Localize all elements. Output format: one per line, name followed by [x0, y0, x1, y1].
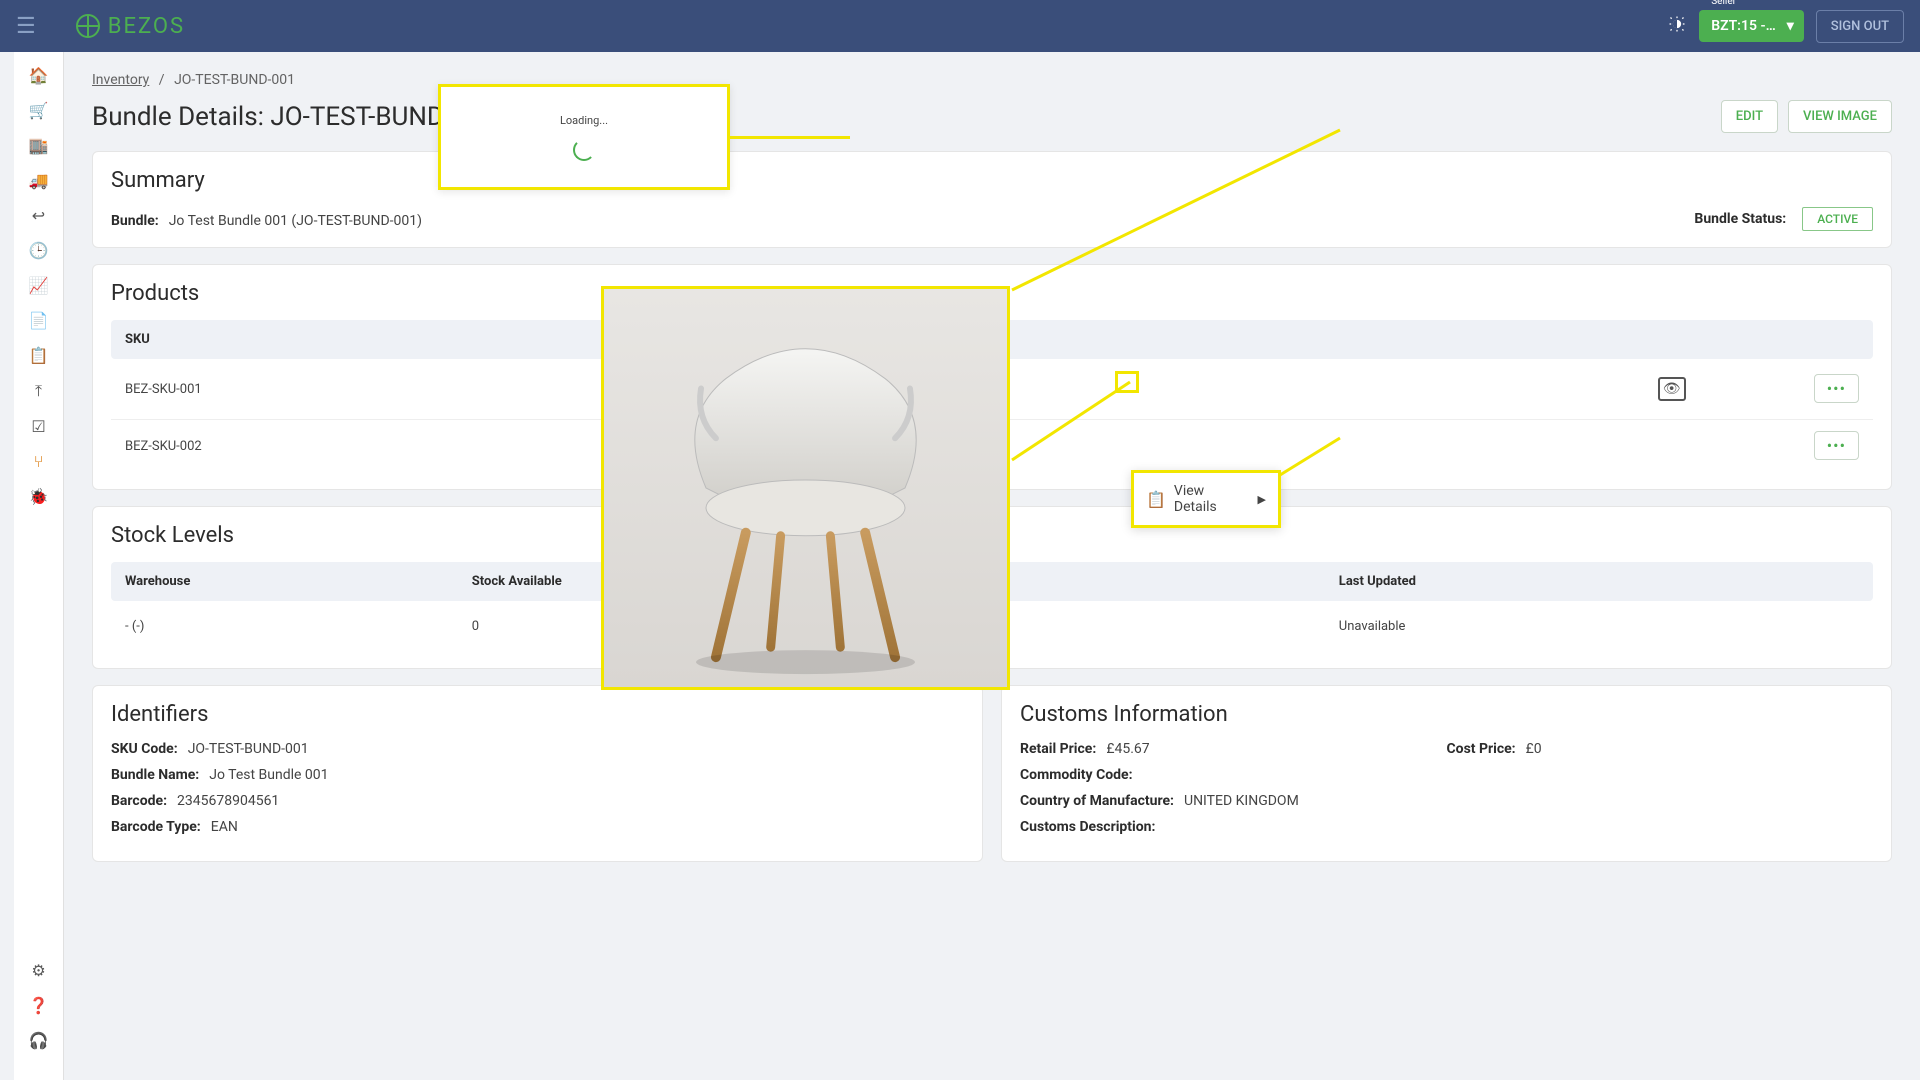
identifiers-heading: Identifiers — [111, 702, 964, 727]
view-image-button[interactable]: VIEW IMAGE — [1788, 100, 1892, 133]
country-label: Country of Manufacture: — [1020, 793, 1174, 809]
row-actions-button[interactable]: ••• — [1814, 431, 1859, 460]
loading-popup: Loading... — [438, 84, 730, 190]
retail-price-label: Retail Price: — [1020, 741, 1096, 757]
country-value: UNITED KINGDOM — [1184, 793, 1299, 809]
identifiers-card: Identifiers SKU Code: JO-TEST-BUND-001 Bu… — [92, 685, 983, 862]
customs-card: Customs Information Retail Price:£45.67 … — [1001, 685, 1892, 862]
breadcrumb-current: JO-TEST-BUND-001 — [174, 72, 295, 88]
summary-card: Summary Bundle: Jo Test Bundle 001 (JO-T… — [92, 151, 1892, 248]
col-sku: SKU — [125, 332, 611, 347]
nav-clock-icon[interactable]: 🕒 — [29, 241, 49, 260]
loading-text: Loading... — [560, 114, 608, 127]
bundle-value: Jo Test Bundle 001 (JO-TEST-BUND-001) — [169, 213, 422, 229]
status-badge: ACTIVE — [1802, 207, 1873, 231]
sku-code-label: SKU Code: — [111, 741, 178, 757]
customs-desc-label: Customs Description: — [1020, 819, 1155, 835]
clipboard-search-icon: 📋 — [1146, 490, 1166, 509]
nav-support-icon[interactable]: 🎧 — [29, 1031, 49, 1050]
logo-icon — [76, 14, 100, 38]
bundle-label: Bundle: — [111, 213, 159, 229]
breadcrumb-inventory[interactable]: Inventory — [92, 72, 149, 88]
bundle-name-value: Jo Test Bundle 001 — [209, 767, 328, 783]
cost-price-label: Cost Price: — [1447, 741, 1516, 757]
nav-truck-icon[interactable]: 🚚 — [29, 171, 49, 190]
nav-help-icon[interactable]: ❓ — [29, 996, 49, 1015]
topbar: ☰ BEZOS Seller BZT:15 -… SIGN OUT — [0, 0, 1920, 52]
nav-home-icon[interactable]: 🏠 — [29, 66, 49, 85]
bundle-name-label: Bundle Name: — [111, 767, 199, 783]
row-sku: BEZ-SKU-002 — [125, 439, 611, 454]
customs-heading: Customs Information — [1020, 702, 1873, 727]
commodity-label: Commodity Code: — [1020, 767, 1133, 783]
seller-label: Seller — [1711, 0, 1736, 7]
left-nav: 🏠 🛒 🏬 🚚 ↩ 🕒 📈 📄 📋 ⤒ ☑ ⑂ 🐞 ⚙ ❓ 🎧 — [14, 52, 64, 1080]
barcode-label: Barcode: — [111, 793, 167, 809]
row-warehouse: - (-) — [125, 619, 472, 634]
logo-text: BEZOS — [108, 14, 185, 39]
row-actions-button[interactable]: ••• — [1814, 374, 1859, 403]
view-details-popup[interactable]: 📋 View Details ▶ — [1131, 470, 1281, 528]
status-label: Bundle Status: — [1694, 211, 1786, 227]
barcode-type-label: Barcode Type: — [111, 819, 201, 835]
spinner-icon — [573, 139, 595, 161]
preview-icon[interactable]: 👁 — [1658, 377, 1686, 401]
product-image-preview — [601, 286, 1010, 690]
chevron-right-icon: ▶ — [1258, 493, 1266, 506]
view-details-label: View Details — [1174, 483, 1250, 515]
theme-toggle-icon[interactable] — [1667, 14, 1687, 39]
page-header: Bundle Details: JO-TEST-BUND-001 EDIT VI… — [92, 100, 1892, 133]
nav-settings-icon[interactable]: ⚙ — [31, 961, 45, 980]
nav-history-icon[interactable]: ↩ — [32, 206, 45, 225]
col-updated: Last Updated — [1339, 574, 1859, 589]
sku-code-value: JO-TEST-BUND-001 — [188, 741, 309, 757]
chair-icon — [604, 289, 1007, 687]
breadcrumb: Inventory / JO-TEST-BUND-001 — [92, 72, 1892, 88]
summary-heading: Summary — [111, 168, 1873, 193]
barcode-type-value: EAN — [211, 819, 238, 835]
seller-value[interactable]: BZT:15 -… — [1699, 10, 1804, 42]
nav-bug-icon[interactable]: 🐞 — [29, 487, 49, 506]
row-sku: BEZ-SKU-001 — [125, 382, 611, 397]
edit-button[interactable]: EDIT — [1721, 100, 1778, 133]
nav-clipboard-icon[interactable]: 📋 — [29, 346, 49, 365]
nav-store-icon[interactable]: 🏬 — [29, 136, 49, 155]
row-updated: Unavailable — [1339, 619, 1859, 634]
breadcrumb-sep: / — [159, 72, 165, 88]
nav-cart-icon[interactable]: 🛒 — [29, 101, 49, 120]
nav-upload-icon[interactable]: ⤒ — [35, 381, 42, 401]
nav-chart-icon[interactable]: 📈 — [29, 276, 49, 295]
retail-price-value: £45.67 — [1106, 741, 1149, 757]
page-title: Bundle Details: JO-TEST-BUND-001 — [92, 102, 495, 132]
cost-price-value: £0 — [1526, 741, 1542, 757]
col-warehouse: Warehouse — [125, 574, 472, 589]
signout-button[interactable]: SIGN OUT — [1816, 10, 1904, 43]
seller-selector[interactable]: Seller BZT:15 -… — [1699, 10, 1804, 42]
menu-icon[interactable]: ☰ — [16, 14, 36, 39]
nav-list-icon[interactable]: ☑ — [31, 417, 45, 436]
nav-file-icon[interactable]: 📄 — [29, 311, 49, 330]
logo[interactable]: BEZOS — [76, 14, 185, 39]
nav-bundle-icon[interactable]: ⑂ — [34, 452, 44, 471]
barcode-value: 2345678904561 — [177, 793, 279, 809]
